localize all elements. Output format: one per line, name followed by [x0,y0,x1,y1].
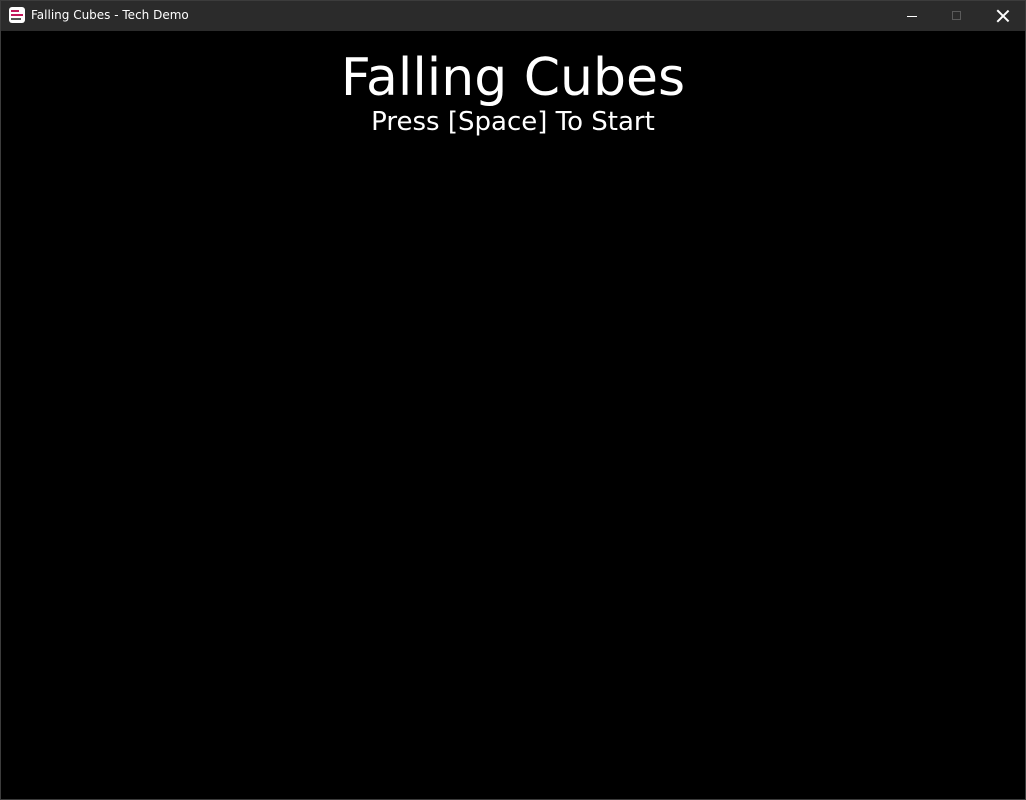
maximize-icon [952,11,961,20]
minimize-button[interactable] [889,1,934,31]
title-bar[interactable]: Falling Cubes - Tech Demo [1,1,1025,31]
app-window: Falling Cubes - Tech Demo Falling Cubes … [0,0,1026,800]
game-title: Falling Cubes [340,48,686,108]
app-icon[interactable] [9,7,25,23]
maximize-button[interactable] [934,1,979,31]
start-prompt: Press [Space] To Start [371,107,655,137]
minimize-icon [907,16,917,17]
close-button[interactable] [980,1,1025,31]
game-canvas[interactable]: Falling Cubes Press [Space] To Start [1,31,1025,799]
close-icon [996,9,1010,23]
window-title: Falling Cubes - Tech Demo [31,8,189,22]
